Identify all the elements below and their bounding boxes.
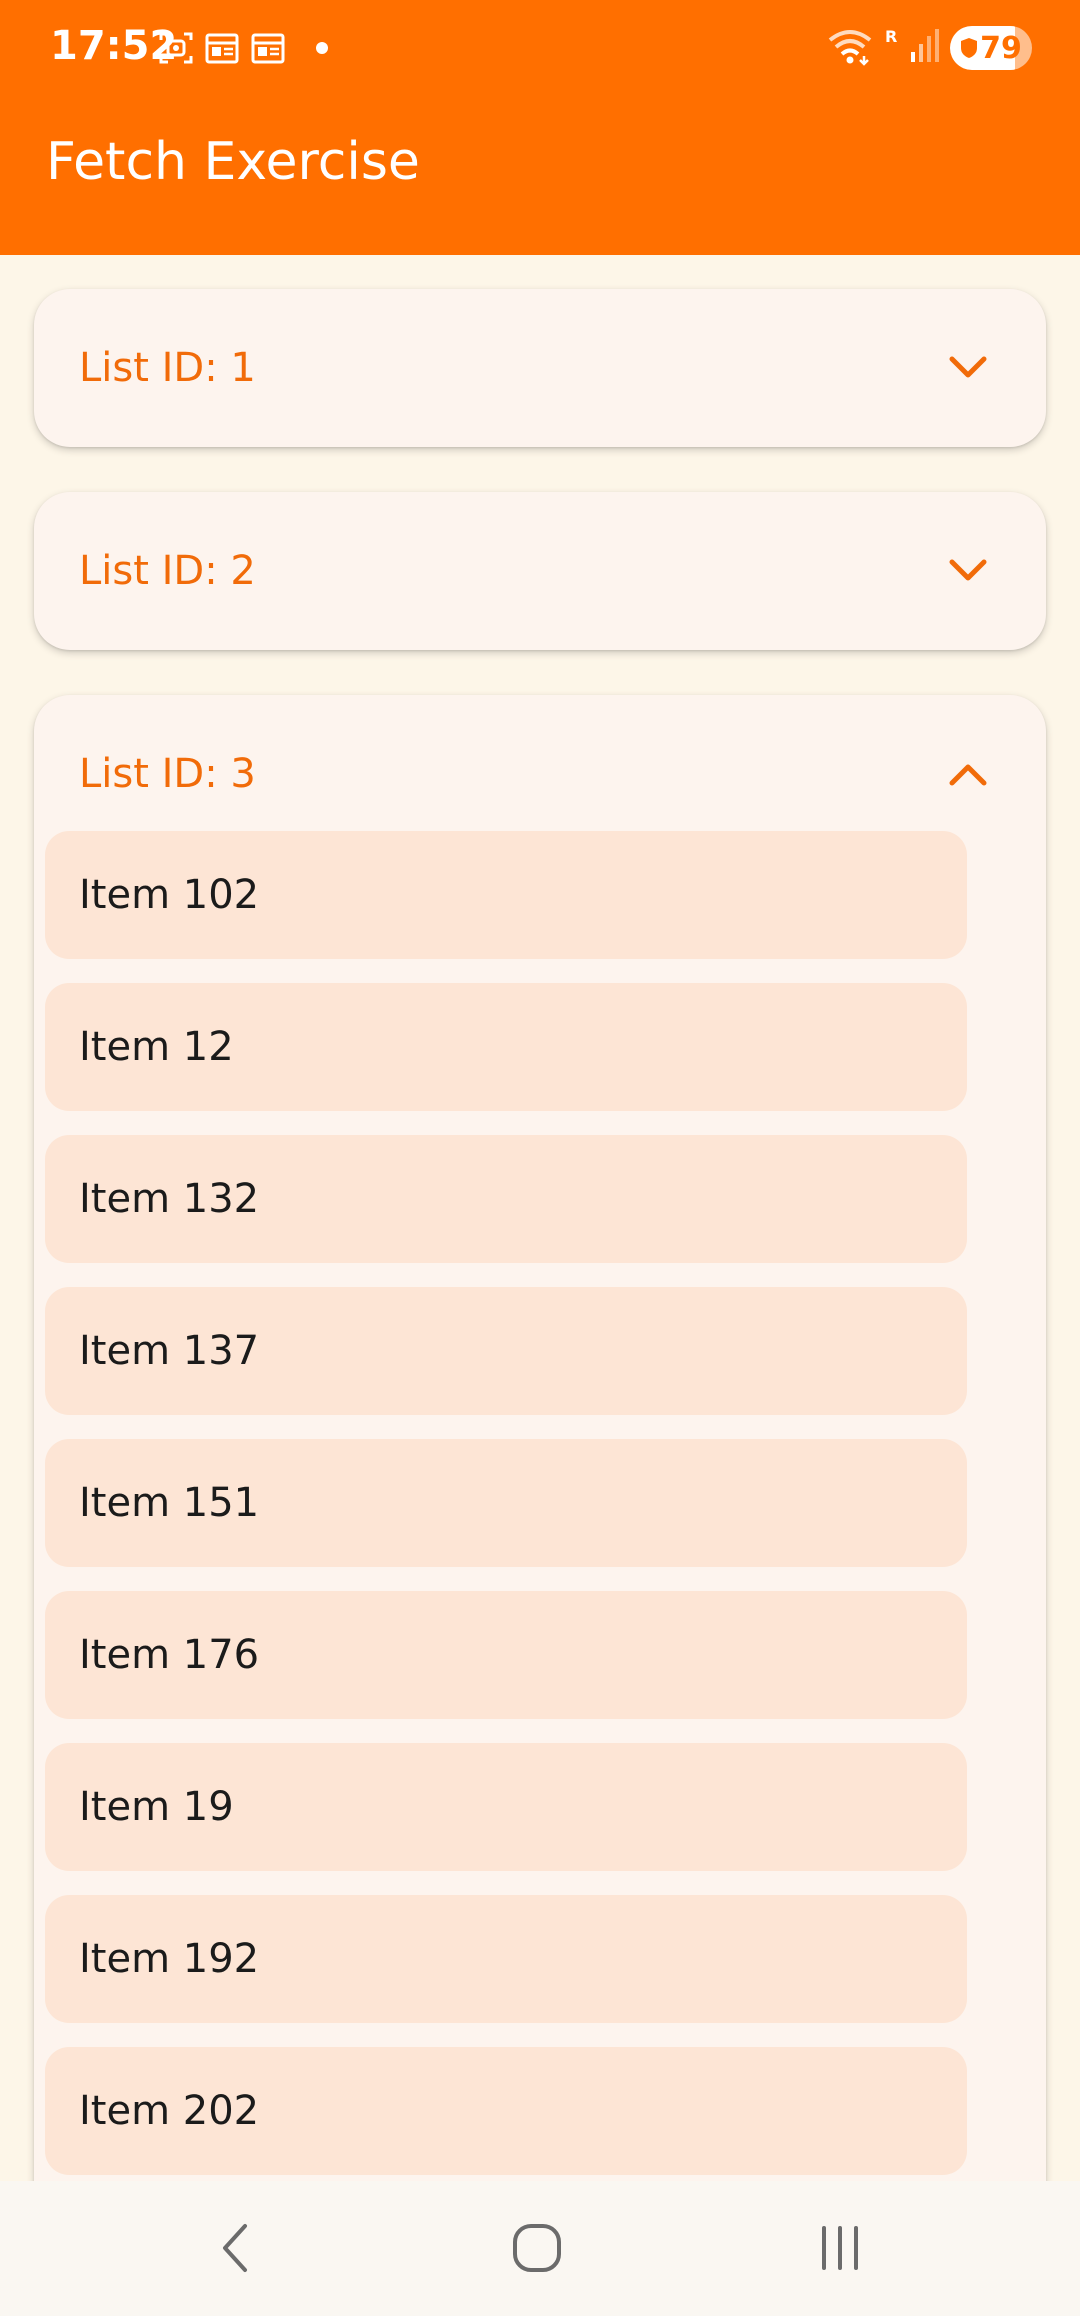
- calendar-icon: [204, 30, 240, 66]
- recents-icon: [822, 2226, 858, 2270]
- list-header-1[interactable]: List ID: 1: [34, 289, 1046, 447]
- shield-icon: [961, 38, 978, 58]
- list-item[interactable]: Item 132: [45, 1135, 967, 1263]
- list-header-2[interactable]: List ID: 2: [34, 492, 1046, 650]
- chevron-up-icon[interactable]: [948, 761, 988, 787]
- battery-icon: 79: [950, 26, 1032, 70]
- list-item[interactable]: Item 202: [45, 2047, 967, 2175]
- signal-icon: [910, 26, 940, 70]
- chevron-down-icon[interactable]: [948, 558, 988, 584]
- list-item[interactable]: Item 176: [45, 1591, 967, 1719]
- status-icons-right: R 79: [826, 24, 1032, 72]
- page-title: Fetch Exercise: [46, 132, 420, 192]
- chevron-down-icon[interactable]: [948, 355, 988, 381]
- calendar-icon: [250, 30, 286, 66]
- list-container[interactable]: List ID: 1 List ID: 2 List ID: 3 Item 10…: [0, 255, 1080, 2181]
- roaming-icon: R: [884, 26, 900, 70]
- list-label: List ID: 2: [79, 548, 256, 594]
- list-item[interactable]: Item 19: [45, 1743, 967, 1871]
- list-item[interactable]: Item 192: [45, 1895, 967, 2023]
- list-header-3[interactable]: List ID: 3: [34, 695, 1046, 853]
- back-icon: [223, 2224, 247, 2272]
- list-item[interactable]: Item 137: [45, 1287, 967, 1415]
- home-button[interactable]: [497, 2216, 577, 2280]
- recents-button[interactable]: [800, 2216, 880, 2280]
- back-button[interactable]: [195, 2216, 275, 2280]
- navigation-bar: [0, 2181, 1080, 2316]
- list-item[interactable]: Item 102: [45, 831, 967, 959]
- svg-text:R: R: [885, 27, 897, 46]
- list-card-2: List ID: 2: [34, 492, 1046, 650]
- list-card-1: List ID: 1: [34, 289, 1046, 447]
- status-icons-left: [158, 28, 328, 68]
- status-bar: 17:52 R 79: [0, 0, 1080, 96]
- list-item[interactable]: Item 151: [45, 1439, 967, 1567]
- battery-level: 79: [980, 30, 1022, 66]
- wifi-icon: [826, 26, 874, 70]
- list-label: List ID: 3: [79, 751, 256, 797]
- list-label: List ID: 1: [79, 345, 256, 391]
- home-icon: [513, 2224, 561, 2272]
- screenshot-icon: [158, 30, 194, 66]
- notification-dot-icon: [316, 42, 328, 54]
- list-item[interactable]: Item 12: [45, 983, 967, 1111]
- app-bar: 17:52 R 79 Fetch Exercise: [0, 0, 1080, 255]
